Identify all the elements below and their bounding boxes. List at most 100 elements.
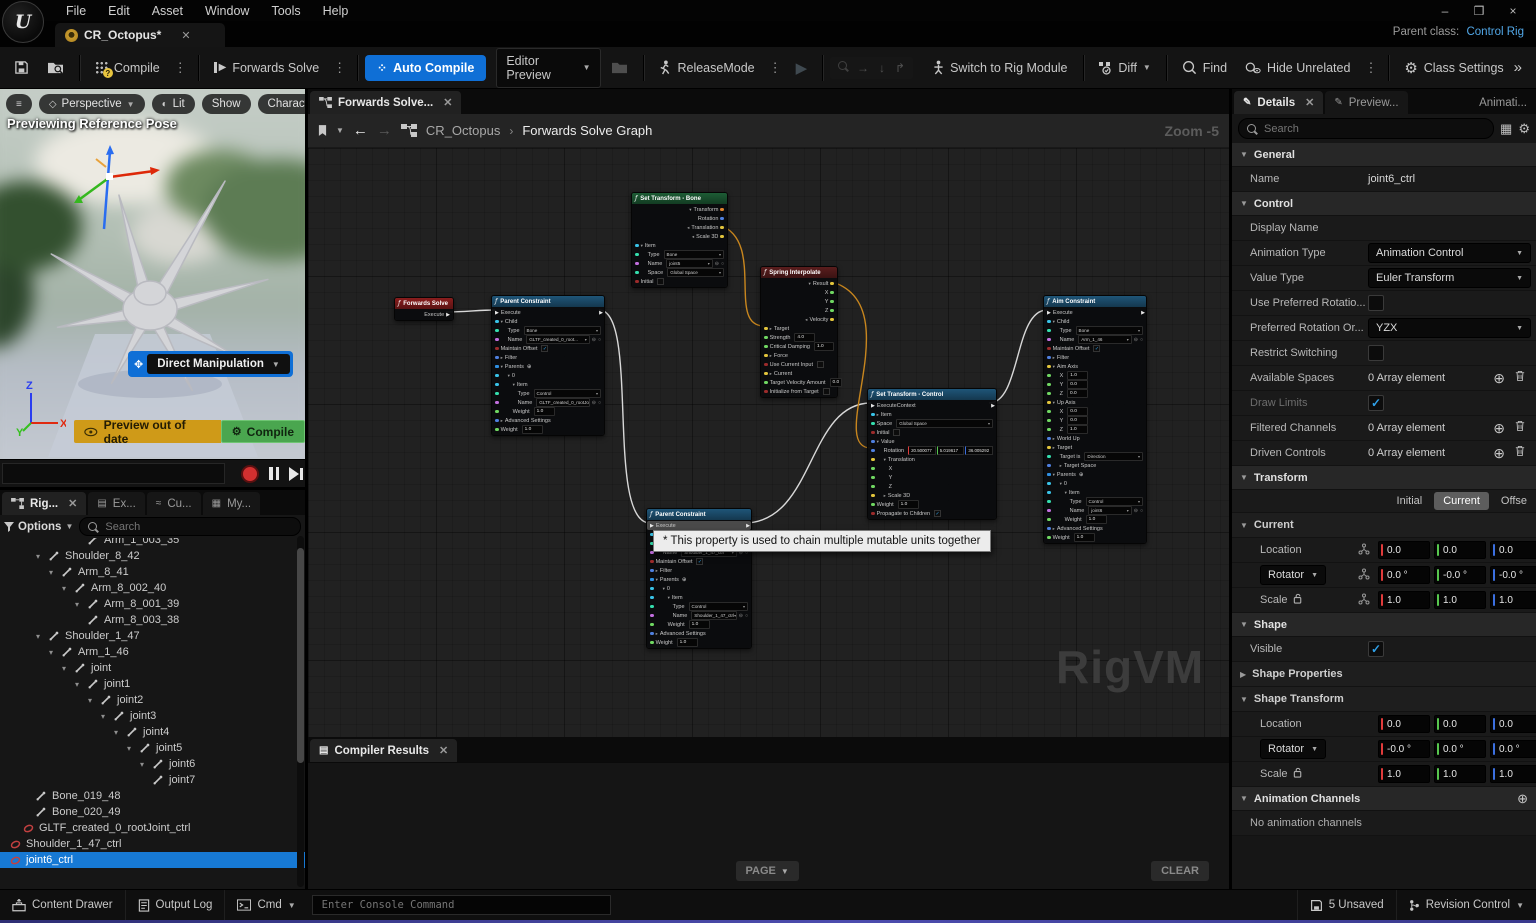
step-over-icon[interactable]: → xyxy=(857,61,869,75)
unsaved-button[interactable]: 5 Unsaved xyxy=(1297,890,1396,920)
pin-icon-blue[interactable] xyxy=(495,419,499,423)
pin-icon-float[interactable] xyxy=(830,300,834,304)
pin-value-field[interactable]: 1.0 xyxy=(522,425,543,434)
node-pin-space[interactable]: SpaceGlobal Space▾ xyxy=(868,419,996,428)
value-field-z[interactable]: 0.0 xyxy=(1490,541,1536,559)
tab-preview-scene-settings[interactable]: ✎ Preview... xyxy=(1325,91,1407,114)
section-collapse-icon[interactable]: ▼ xyxy=(1240,199,1248,208)
pin-icon-vec[interactable] xyxy=(764,354,768,358)
node-pin-target-space[interactable]: ▸Target Space xyxy=(1044,461,1146,470)
pin-checkbox[interactable] xyxy=(817,361,824,368)
clear-icon[interactable]: ⊖ xyxy=(592,337,596,343)
pin-icon-enum[interactable] xyxy=(871,422,875,426)
node-pin-rotation[interactable]: Rotation xyxy=(632,214,727,223)
pin-icon-float[interactable] xyxy=(830,291,834,295)
node-pin-rotation[interactable]: Rotation20.5000775.01961736.005292 xyxy=(868,446,996,455)
pin-expander-icon[interactable]: ▸ xyxy=(1053,355,1055,361)
node-pin-scale-3d[interactable]: ◂Scale 3D xyxy=(632,232,727,241)
pin-checkbox[interactable] xyxy=(893,429,900,436)
section-collapse-icon[interactable]: ▼ xyxy=(1240,620,1248,629)
pin-value-dropdown[interactable]: Shoulder_1_47_ctrl▾ xyxy=(691,611,737,620)
checkbox[interactable] xyxy=(1368,345,1384,361)
section-collapse-icon[interactable]: ▼ xyxy=(1240,473,1248,482)
node-pin-x[interactable]: X xyxy=(761,288,837,297)
console-command-input-box[interactable] xyxy=(312,895,611,915)
details-search-input[interactable] xyxy=(1262,122,1485,136)
pin-value-field[interactable]: 1.0 xyxy=(1067,425,1088,434)
value-field-x[interactable]: 1.0 xyxy=(1378,765,1430,783)
search-icon[interactable]: ○ xyxy=(745,613,748,619)
pin-checkbox[interactable] xyxy=(823,388,830,395)
add-element-icon[interactable]: ⊕ xyxy=(1493,420,1505,437)
pin-icon-float[interactable] xyxy=(1047,410,1051,414)
hierarchy-scrollbar[interactable] xyxy=(297,536,304,887)
pin-expander-icon[interactable]: ▸ xyxy=(770,326,772,332)
pin-expander-icon[interactable]: ▾ xyxy=(501,319,503,325)
property-dropdown[interactable]: Euler Transform▼ xyxy=(1368,268,1531,288)
pin-icon-float[interactable] xyxy=(650,641,654,645)
pin-expander-icon[interactable]: ◂ xyxy=(687,225,689,231)
expander-icon[interactable]: ▾ xyxy=(49,568,58,577)
search-icon[interactable]: ○ xyxy=(598,337,601,343)
pin-value-dropdown[interactable]: Direction▾ xyxy=(1084,452,1143,461)
tree-item-joint2[interactable]: ▾joint2 xyxy=(0,692,305,708)
pin-icon-enum[interactable] xyxy=(1047,455,1051,459)
minimize-button[interactable]: – xyxy=(1432,4,1458,18)
exec-out-pin-icon[interactable]: ▶ xyxy=(746,523,750,529)
pin-icon-blue[interactable] xyxy=(1047,527,1051,531)
pin-icon-name[interactable] xyxy=(495,401,499,405)
revision-control-button[interactable]: Revision Control ▼ xyxy=(1396,890,1536,920)
section-collapse-icon[interactable]: ▼ xyxy=(1240,150,1248,159)
add-element-icon[interactable]: ⊕ xyxy=(1493,445,1505,462)
pin-icon-float[interactable] xyxy=(764,345,768,349)
pin-icon-item[interactable] xyxy=(871,413,875,417)
expander-icon[interactable]: ▾ xyxy=(49,648,58,657)
compile-options-icon[interactable]: ⋮ xyxy=(170,60,191,76)
bookmark-icon[interactable] xyxy=(318,124,327,137)
pin-icon-float[interactable] xyxy=(1047,428,1051,432)
search-icon[interactable]: ○ xyxy=(1140,508,1143,514)
pin-expander-icon[interactable]: ◂ xyxy=(692,234,694,240)
pin-icon-cyan[interactable] xyxy=(495,374,499,378)
node-pin-z[interactable]: Z xyxy=(761,306,837,315)
pin-value-dropdown[interactable]: Global Space▾ xyxy=(667,268,724,277)
node-pin-use-current-input[interactable]: Use Current Input xyxy=(761,360,837,369)
pin-icon-enum[interactable] xyxy=(1047,329,1051,333)
pin-value-field[interactable]: 1.0 xyxy=(534,407,555,416)
pin-value-dropdown[interactable]: joint6▾ xyxy=(1088,506,1132,515)
tree-item-arm-8-41[interactable]: ▾Arm_8_41 xyxy=(0,564,305,580)
browse-preview-button[interactable] xyxy=(603,54,636,81)
pin-icon-vec[interactable] xyxy=(871,458,875,462)
node-pin-item[interactable]: ▾Item xyxy=(632,241,727,250)
node-pin-translation[interactable]: ▾Translation xyxy=(868,455,996,464)
subsection-collapse-icon[interactable]: ▼ xyxy=(1240,695,1248,704)
node-pin-z[interactable]: Z0.0 xyxy=(1044,389,1146,398)
pin-expander-icon[interactable]: ▾ xyxy=(877,439,879,445)
compile-button[interactable]: ? Compile xyxy=(87,55,168,81)
details-search[interactable] xyxy=(1238,118,1494,139)
pin-icon-cyan[interactable] xyxy=(650,587,654,591)
pin-expander-icon[interactable]: ▸ xyxy=(656,631,658,637)
pin-value-dropdown[interactable]: GLTF_created_0_root...▾ xyxy=(526,335,590,344)
exec-out-pin-icon[interactable]: ▶ xyxy=(599,310,603,316)
tab-close-icon[interactable]: ✕ xyxy=(439,744,448,757)
pin-checkbox[interactable]: ✓ xyxy=(696,558,703,565)
pin-icon-float[interactable] xyxy=(1047,374,1051,378)
value-field-x[interactable]: 1.0 xyxy=(1378,591,1430,609)
pin-expander-icon[interactable]: ▾ xyxy=(1053,364,1055,370)
node-set-transform-control[interactable]: ƒSet Transform - Control▶ExecuteContext▶… xyxy=(867,388,997,520)
exec-out-pin-icon[interactable]: ▶ xyxy=(1141,310,1145,316)
value-field-x[interactable]: 0.0 xyxy=(1378,715,1430,733)
character-button[interactable]: Character xyxy=(258,94,305,114)
pin-icon-name[interactable] xyxy=(650,614,654,618)
settings-gear-icon[interactable]: ⚙ xyxy=(1518,121,1530,137)
tree-item-joint[interactable]: ▾joint xyxy=(0,660,305,676)
pin-value-field[interactable]: 1.0 xyxy=(689,620,710,629)
pin-checkbox[interactable]: ✓ xyxy=(1093,345,1100,352)
exec-out-pin-icon[interactable]: ▶ xyxy=(991,403,995,409)
node-pin-aim-axis[interactable]: ▾Aim Axis xyxy=(1044,362,1146,371)
node-pin-x[interactable]: X1.0 xyxy=(1044,371,1146,380)
section-shape[interactable]: ▼Shape xyxy=(1232,613,1536,637)
node-pin-scale-3d[interactable]: ▸Scale 3D xyxy=(868,491,996,500)
pin-icon-bool[interactable] xyxy=(764,363,768,367)
